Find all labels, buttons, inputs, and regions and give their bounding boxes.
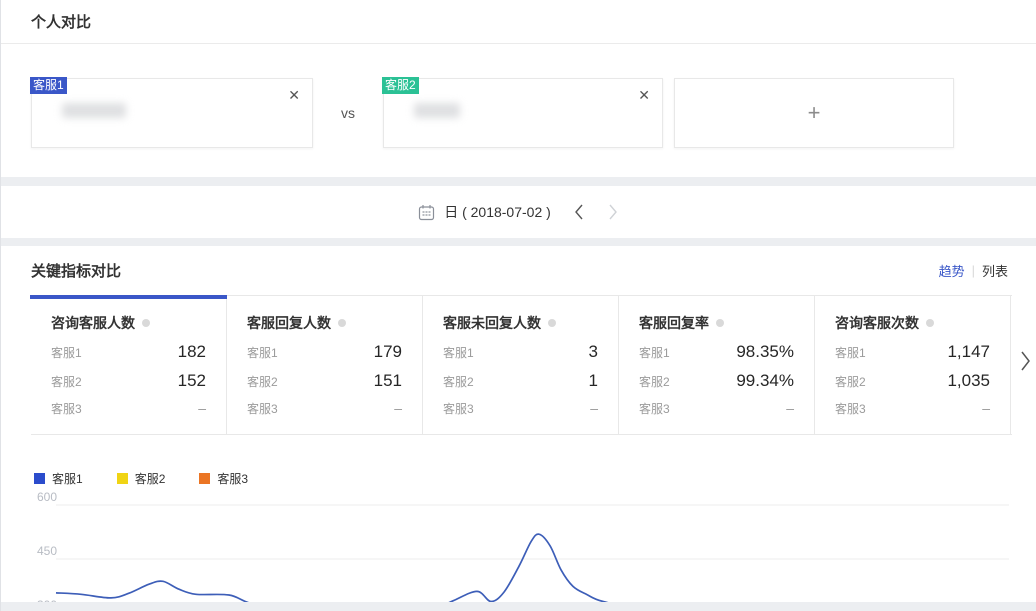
- metric-row: 客服3–: [639, 400, 794, 417]
- metrics-title: 关键指标对比: [31, 260, 121, 281]
- metric-row: 客服11,147: [835, 342, 990, 362]
- date-bar: 日 ( 2018-07-02 ): [1, 186, 1036, 238]
- page-title: 个人对比: [1, 0, 1036, 44]
- info-dot-icon: [142, 319, 150, 327]
- legend-item[interactable]: 客服2: [117, 470, 166, 487]
- metric-row: 客服3–: [51, 400, 206, 417]
- agent-tag-2: 客服2: [382, 77, 419, 94]
- legend-chip-icon: [117, 473, 128, 484]
- next-date-button[interactable]: [607, 203, 619, 221]
- legend-item[interactable]: 客服1: [34, 470, 83, 487]
- chart-legend: 客服1 客服2 客服3: [1, 435, 1036, 485]
- metric-row: 客服299.34%: [639, 371, 794, 391]
- close-icon[interactable]: ✕: [638, 86, 650, 104]
- plus-icon: +: [808, 100, 821, 126]
- metric-row: 客服198.35%: [639, 342, 794, 362]
- metric-card-replied-users[interactable]: 客服回复人数 客服1179 客服2151 客服3–: [227, 296, 423, 434]
- add-agent-button[interactable]: +: [674, 78, 954, 148]
- info-dot-icon: [548, 319, 556, 327]
- view-toggle: 趋势 | 列表: [939, 261, 1008, 280]
- metric-row: 客服1179: [247, 342, 402, 362]
- redacted-agent-name-1: [62, 103, 126, 118]
- metric-cards-strip: 咨询客服人数 客服1182 客服2152 客服3– 客服回复人数 客服1179 …: [1, 295, 1036, 435]
- ytick-300: 300: [37, 598, 57, 602]
- metric-row: 客服3–: [247, 400, 402, 417]
- metric-row: 客服1182: [51, 342, 206, 362]
- metric-card-title: 咨询客服人数: [51, 313, 135, 333]
- metric-row: 客服2151: [247, 371, 402, 391]
- date-label: 日 ( 2018-07-02 ): [444, 202, 551, 222]
- close-icon[interactable]: ✕: [288, 86, 300, 104]
- agent-tag-1: 客服1: [30, 77, 67, 94]
- metric-row: 客服2152: [51, 371, 206, 391]
- info-dot-icon: [338, 319, 346, 327]
- info-dot-icon: [716, 319, 724, 327]
- legend-item[interactable]: 客服3: [199, 470, 248, 487]
- metric-card-unreplied-users[interactable]: 客服未回复人数 客服13 客服21 客服3–: [423, 296, 619, 434]
- cards-next-button[interactable]: [1019, 349, 1032, 378]
- legend-chip-icon: [199, 473, 210, 484]
- view-toggle-trend[interactable]: 趋势: [939, 261, 965, 280]
- ytick-450: 450: [37, 544, 57, 558]
- legend-chip-icon: [34, 473, 45, 484]
- metric-card-title: 客服回复率: [639, 313, 709, 333]
- metric-row: 客服21: [443, 371, 598, 391]
- view-toggle-divider: |: [972, 263, 975, 278]
- compare-row: 客服1 ✕ vs 客服2 ✕ +: [1, 44, 1036, 177]
- metric-row: 客服3–: [835, 400, 990, 417]
- redacted-agent-name-2: [414, 103, 460, 118]
- metric-card-consult-count[interactable]: 咨询客服次数 客服11,147 客服21,035 客服3–: [815, 296, 1011, 434]
- metric-card-title: 咨询客服次数: [835, 313, 919, 333]
- metric-card-title: 客服回复人数: [247, 313, 331, 333]
- metric-row: 客服3–: [443, 400, 598, 417]
- calendar-icon: [418, 204, 435, 221]
- metric-card-reply-rate[interactable]: 客服回复率 客服198.35% 客服299.34% 客服3–: [619, 296, 815, 434]
- personal-compare-panel: 个人对比 客服1 ✕ vs 客服2 ✕ +: [1, 0, 1036, 177]
- trend-line-chart: 600 450 300: [1, 485, 1036, 602]
- agent-card-2[interactable]: 客服2 ✕: [383, 78, 663, 148]
- series-line-agent1: [56, 534, 1006, 602]
- info-dot-icon: [926, 319, 934, 327]
- key-metrics-panel: 关键指标对比 趋势 | 列表 咨询客服人数 客服1182 客服2152 客服3–…: [1, 246, 1036, 602]
- metric-row: 客服13: [443, 342, 598, 362]
- metric-card-consult-users[interactable]: 咨询客服人数 客服1182 客服2152 客服3–: [31, 296, 227, 434]
- ytick-600: 600: [37, 490, 57, 504]
- metric-row: 客服21,035: [835, 371, 990, 391]
- view-toggle-list[interactable]: 列表: [982, 261, 1008, 280]
- agent-card-1[interactable]: 客服1 ✕: [31, 78, 313, 148]
- vs-label: vs: [341, 105, 355, 121]
- metric-card-title: 客服未回复人数: [443, 313, 541, 333]
- prev-date-button[interactable]: [573, 203, 585, 221]
